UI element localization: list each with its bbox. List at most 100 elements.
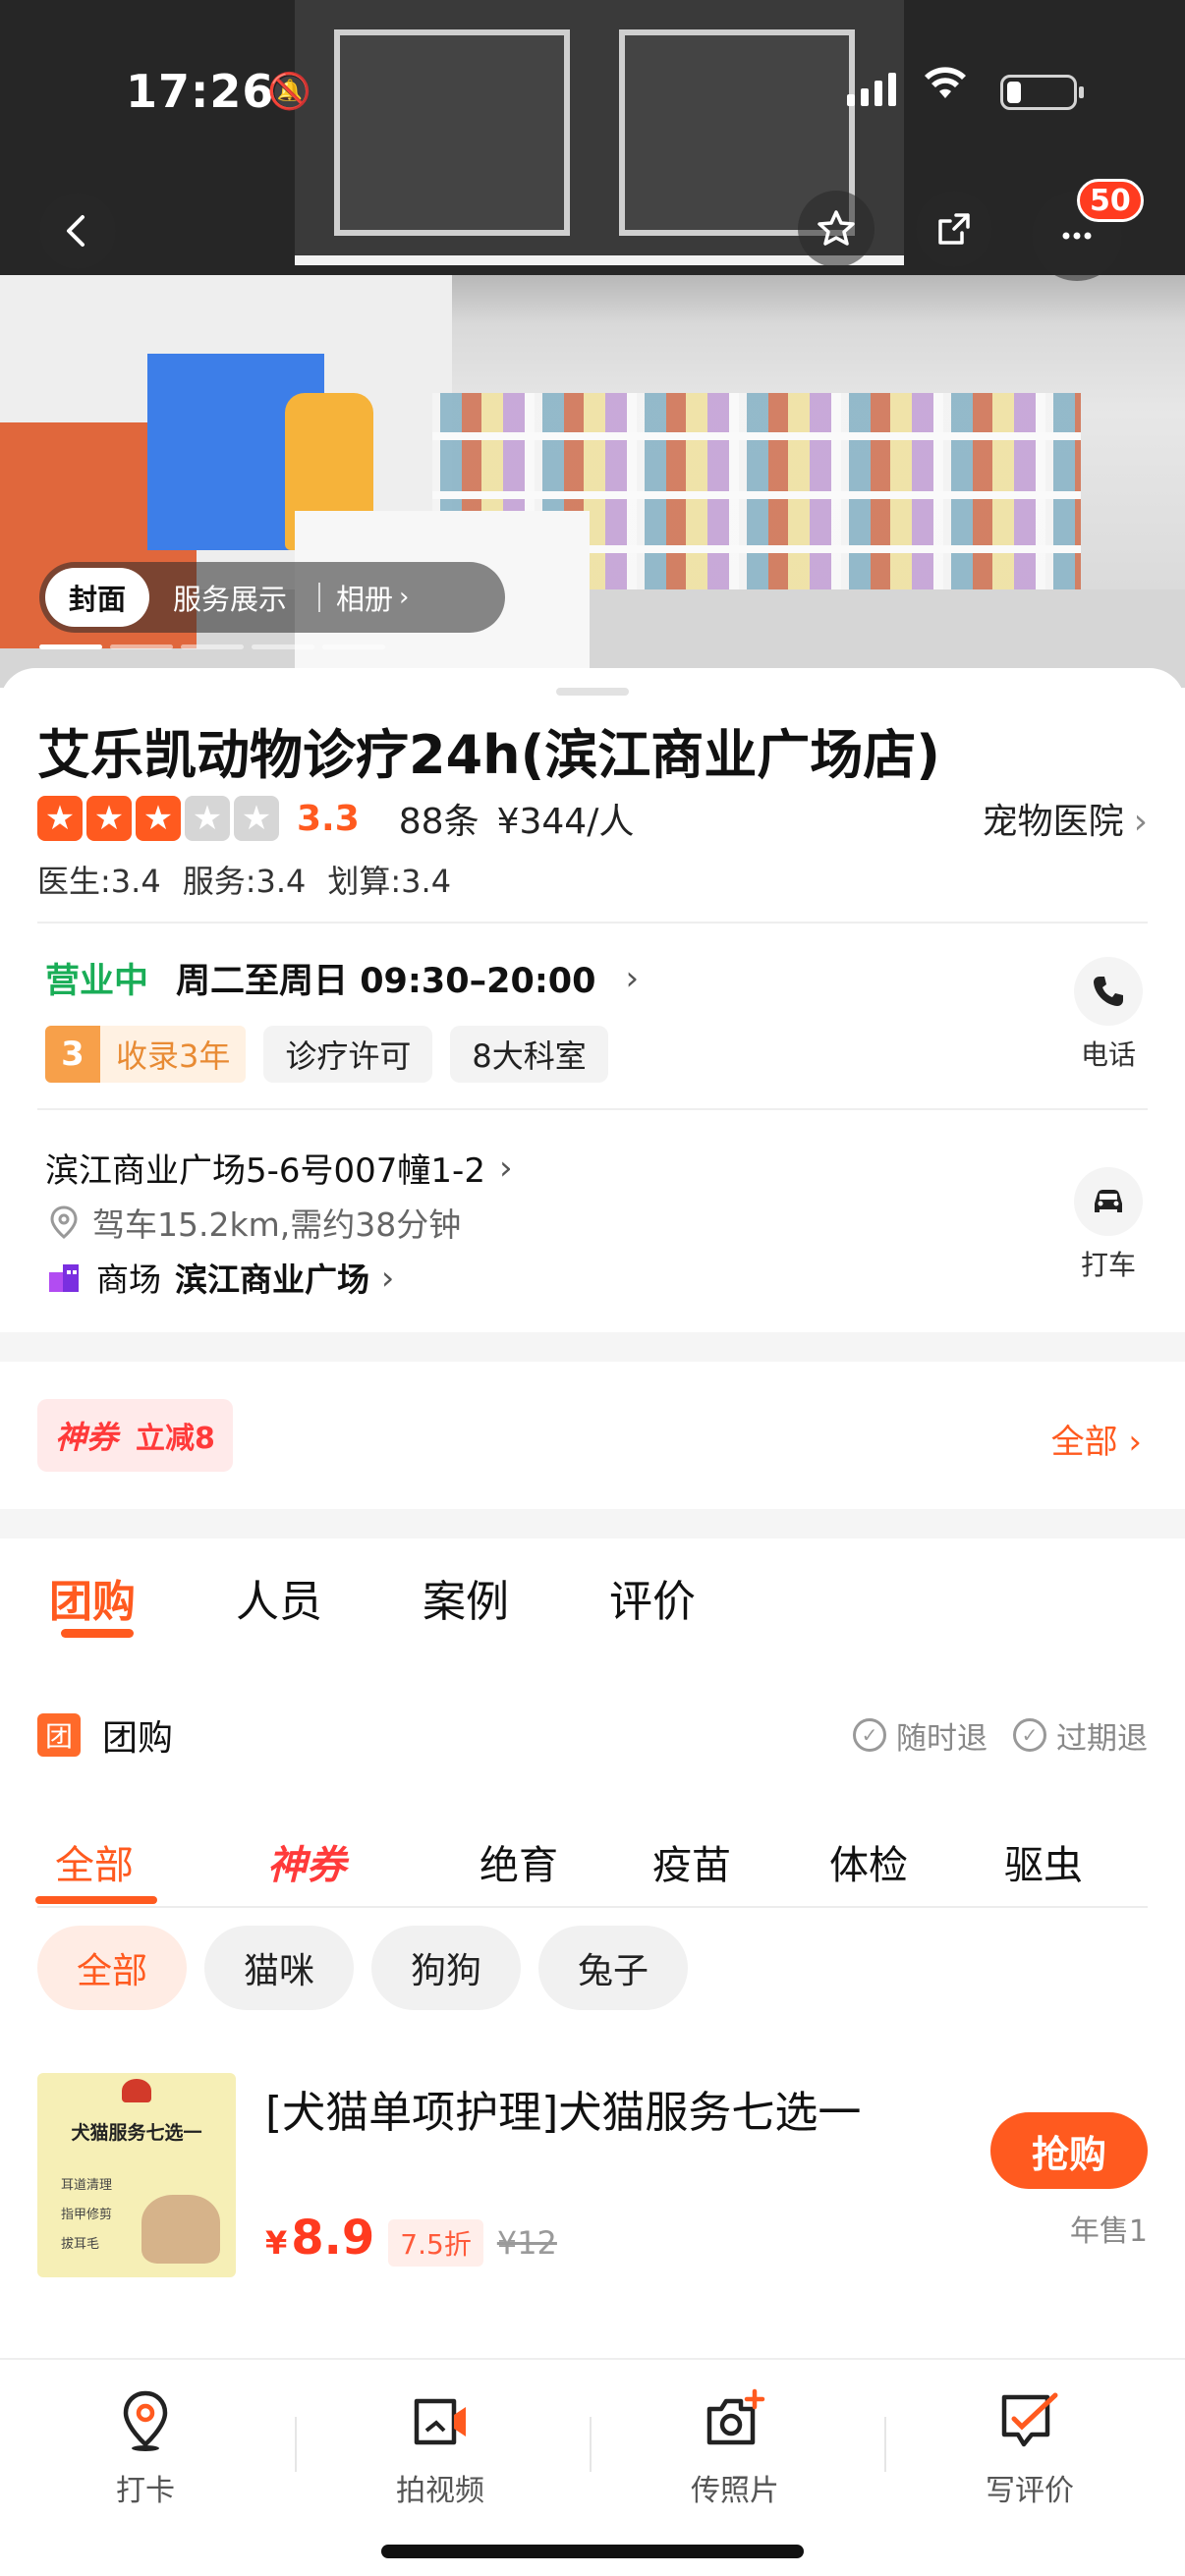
location-pin-icon	[50, 1205, 78, 1239]
upload-photo-button[interactable]: 传照片	[647, 2387, 823, 2509]
business-hours[interactable]: 营业中 周二至周日 09:30–20:00 ›	[45, 953, 639, 1003]
deal-price: ¥ 8.9 7.5折 ¥12	[265, 2211, 557, 2267]
deal-item[interactable]: 犬猫服务七选一 耳道清理 指甲修剪 拔耳毛 [犬猫单项护理]犬猫服务七选一 ¥ …	[37, 2073, 1148, 2279]
coupon-all-link[interactable]: 全部 ›	[1051, 1415, 1142, 1463]
coupon-deal: 立减8	[136, 1422, 215, 1456]
currency-symbol: ¥	[265, 2224, 288, 2262]
category-tab-deworm[interactable]: 驱虫	[1004, 1833, 1083, 1890]
listed-years-label: 收录3年	[116, 1037, 231, 1075]
check-circle-icon: ✓	[1013, 1718, 1046, 1752]
main-tabs: 团购 人员 案例 评价	[0, 1539, 1185, 1647]
rating-row[interactable]: ★ ★ ★ ★ ★ 3.3 88条 ¥344/人 宠物医院 ›	[37, 792, 1148, 845]
original-price: ¥12	[496, 2224, 557, 2262]
thumbnail-service-line: 指甲修剪	[61, 2208, 113, 2222]
deal-title: [犬猫单项护理]犬猫服务七选一	[265, 2088, 862, 2138]
pet-chip-dog[interactable]: 狗狗	[371, 1926, 522, 2010]
pet-chip-cat[interactable]: 猫咪	[204, 1926, 355, 2010]
hero-tab-cover[interactable]: 封面	[45, 568, 150, 627]
video-camera-icon	[414, 2398, 466, 2445]
active-tab-underline	[61, 1629, 134, 1638]
cat-photo	[141, 2195, 220, 2264]
chevron-right-icon: ›	[625, 958, 640, 998]
tab-group-buy[interactable]: 团购	[49, 1566, 136, 1629]
phone-button[interactable]: 电话	[1069, 957, 1148, 1073]
upload-photo-label: 传照片	[691, 2474, 779, 2508]
sheet-grabber[interactable]	[556, 688, 629, 696]
star-filled-icon: ★	[37, 796, 83, 841]
address-text: 滨江商业广场5-6号007幢1-2	[45, 1151, 485, 1191]
address[interactable]: 滨江商业广场5-6号007幢1-2 ›	[45, 1144, 513, 1192]
guarantee-label: 过期退	[1056, 1720, 1148, 1757]
home-indicator	[381, 2545, 804, 2558]
distance-text: 驾车15.2km,需约38分钟	[92, 1205, 462, 1244]
back-button[interactable]	[39, 193, 116, 269]
buy-button[interactable]: 抢购	[990, 2112, 1148, 2189]
write-review-button[interactable]: 写评价	[941, 2387, 1118, 2509]
car-icon	[1074, 1167, 1143, 1236]
camera-plus-icon	[706, 2388, 765, 2445]
coupon-all-label: 全部	[1050, 1423, 1118, 1462]
status-bar: 17:26 🔕	[0, 59, 1185, 118]
coupon-brand: 神券	[55, 1419, 119, 1456]
pet-chip-rabbit[interactable]: 兔子	[538, 1926, 689, 2010]
divider	[295, 2417, 297, 2472]
checkin-button[interactable]: 打卡	[57, 2387, 234, 2509]
thumbnail-services: 耳道清理 指甲修剪 拔耳毛	[61, 2171, 112, 2260]
sub-scores: 医生:3.4 服务:3.4 划算:3.4	[37, 857, 451, 902]
open-status: 营业中	[45, 962, 149, 1001]
deal-thumbnail: 犬猫服务七选一 耳道清理 指甲修剪 拔耳毛	[37, 2073, 236, 2277]
location-pin-icon	[123, 2390, 168, 2451]
bottom-action-bar: 打卡 拍视频 传照片 写评价	[0, 2358, 1185, 2576]
category-tab-neuter[interactable]: 绝育	[480, 1833, 558, 1890]
listed-years-tag: 3 收录3年	[45, 1026, 247, 1083]
taxi-label: 打车	[1080, 1249, 1136, 1281]
category-tab-checkup[interactable]: 体检	[829, 1833, 908, 1890]
star-filled-icon: ★	[136, 796, 181, 841]
tab-reviews[interactable]: 评价	[609, 1566, 696, 1629]
shoot-video-label: 拍视频	[396, 2474, 484, 2508]
category-tab-vaccine[interactable]: 疫苗	[652, 1833, 731, 1890]
sub-score: 划算:3.4	[327, 863, 452, 900]
chevron-right-icon: ›	[1133, 802, 1148, 842]
phone-icon	[1074, 957, 1143, 1026]
chevron-right-icon: ›	[399, 583, 410, 612]
mall-link[interactable]: 商场 滨江商业广场 ›	[45, 1254, 394, 1301]
shoot-video-button[interactable]: 拍视频	[352, 2387, 529, 2509]
shop-tag: 8大科室	[450, 1026, 608, 1083]
notification-badge: 50	[1077, 179, 1144, 222]
favorite-button[interactable]	[798, 191, 875, 267]
coupon-row[interactable]: 神券 立减8 全部 ›	[0, 1366, 1185, 1513]
group-buy-header: 团 团购 ✓ 随时退 ✓ 过期退	[37, 1708, 1148, 1763]
hero-tab-services[interactable]: 服务展示	[149, 568, 310, 627]
thumbnail-title: 犬猫服务七选一	[71, 2122, 202, 2144]
hours-text: 周二至周日 09:30–20:00	[176, 962, 596, 1001]
group-buy-title: 团购	[102, 1718, 174, 1759]
category-tab-coupon[interactable]: 神券	[267, 1833, 346, 1890]
pet-filter-chips: 全部 猫咪 狗狗 兔子	[37, 1926, 689, 2010]
shop-category[interactable]: 宠物医院 ›	[983, 793, 1148, 844]
phone-label: 电话	[1080, 1038, 1136, 1071]
distance-info: 驾车15.2km,需约38分钟	[45, 1199, 461, 1246]
guarantee-label: 随时退	[896, 1720, 988, 1757]
taxi-button[interactable]: 打车	[1069, 1167, 1148, 1283]
share-button[interactable]	[916, 191, 992, 267]
hero-tabs: 封面 服务展示 相册 ›	[39, 562, 505, 633]
star-outline-icon	[818, 210, 855, 246]
listed-years-number: 3	[45, 1026, 100, 1083]
thumbnail-service-line: 耳道清理	[61, 2178, 113, 2193]
coupon-chip[interactable]: 神券 立减8	[37, 1399, 233, 1472]
average-price: ¥344/人	[496, 802, 635, 842]
tab-staff[interactable]: 人员	[236, 1566, 322, 1629]
write-review-icon	[1001, 2392, 1058, 2447]
hero-tab-album[interactable]: 相册 ›	[328, 568, 432, 627]
sub-score: 医生:3.4	[37, 863, 161, 900]
section-gap	[0, 1509, 1185, 1539]
shop-tags: 3 收录3年 诊疗许可 8大科室	[45, 1026, 608, 1083]
pet-chip-all[interactable]: 全部	[37, 1926, 188, 2010]
section-gap	[0, 1332, 1185, 1362]
group-buy-icon: 团	[37, 1713, 81, 1757]
category-tab-all[interactable]: 全部	[55, 1833, 134, 1890]
tab-cases[interactable]: 案例	[423, 1566, 509, 1629]
shop-title: 艾乐凯动物诊疗24h(滨江商业广场店)	[37, 724, 940, 786]
refund-guarantees: ✓ 随时退 ✓ 过期退	[853, 1713, 1148, 1758]
